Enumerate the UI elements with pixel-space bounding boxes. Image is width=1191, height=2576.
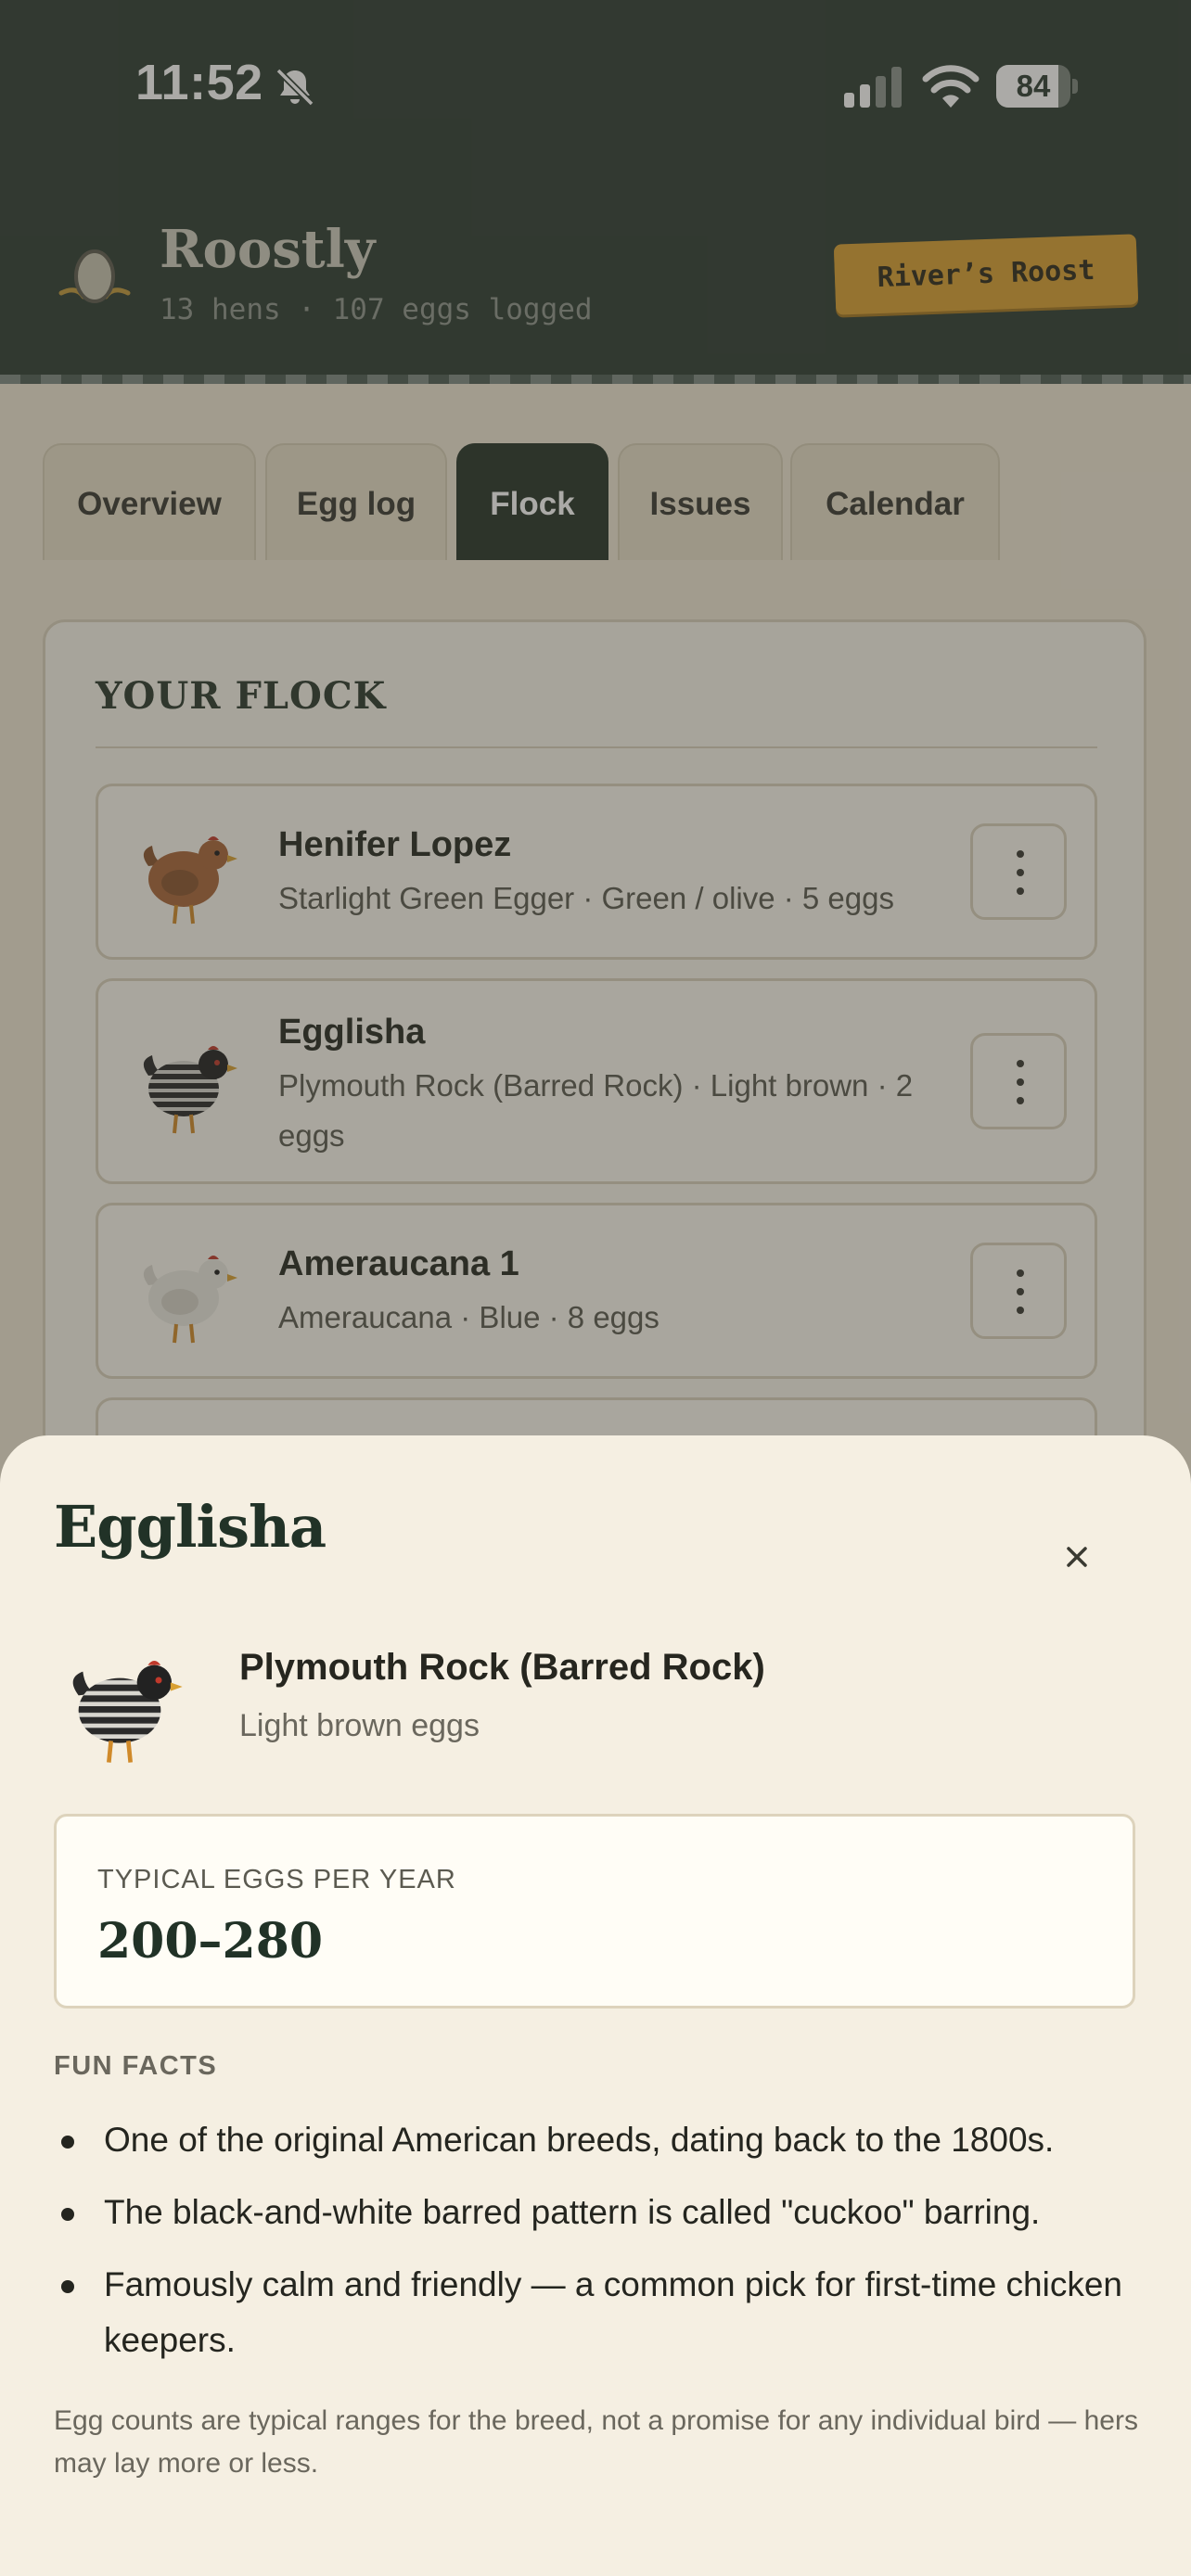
sheet-title: Egglisha: [54, 1493, 327, 1561]
footnote: Egg counts are typical ranges for the br…: [54, 2405, 1138, 2479]
stat-label: TYPICAL EGGS PER YEAR: [97, 1865, 456, 1894]
fun-fact-item: The black-and-white barred pattern is ca…: [54, 2185, 1139, 2240]
fun-facts-heading: FUN FACTS: [54, 2051, 218, 2081]
close-icon[interactable]: [1046, 1526, 1108, 1588]
fun-facts-list: One of the original American breeds, dat…: [54, 2112, 1139, 2385]
fun-fact-item: One of the original American breeds, dat…: [54, 2112, 1139, 2168]
hen-detail-sheet: Egglisha Plymouth Rock (Barred Rock) Lig…: [0, 1435, 1191, 2576]
fun-fact-item: Famously calm and friendly — a common pi…: [54, 2257, 1139, 2368]
stat-value: 200–280: [97, 1913, 324, 1970]
eggs-per-year-card: TYPICAL EGGS PER YEAR 200–280: [54, 1814, 1135, 2009]
breed-name: Plymouth Rock (Barred Rock): [239, 1647, 765, 1688]
barred-hen-icon: [72, 1661, 183, 1763]
egg-color: Light brown eggs: [239, 1708, 480, 1743]
